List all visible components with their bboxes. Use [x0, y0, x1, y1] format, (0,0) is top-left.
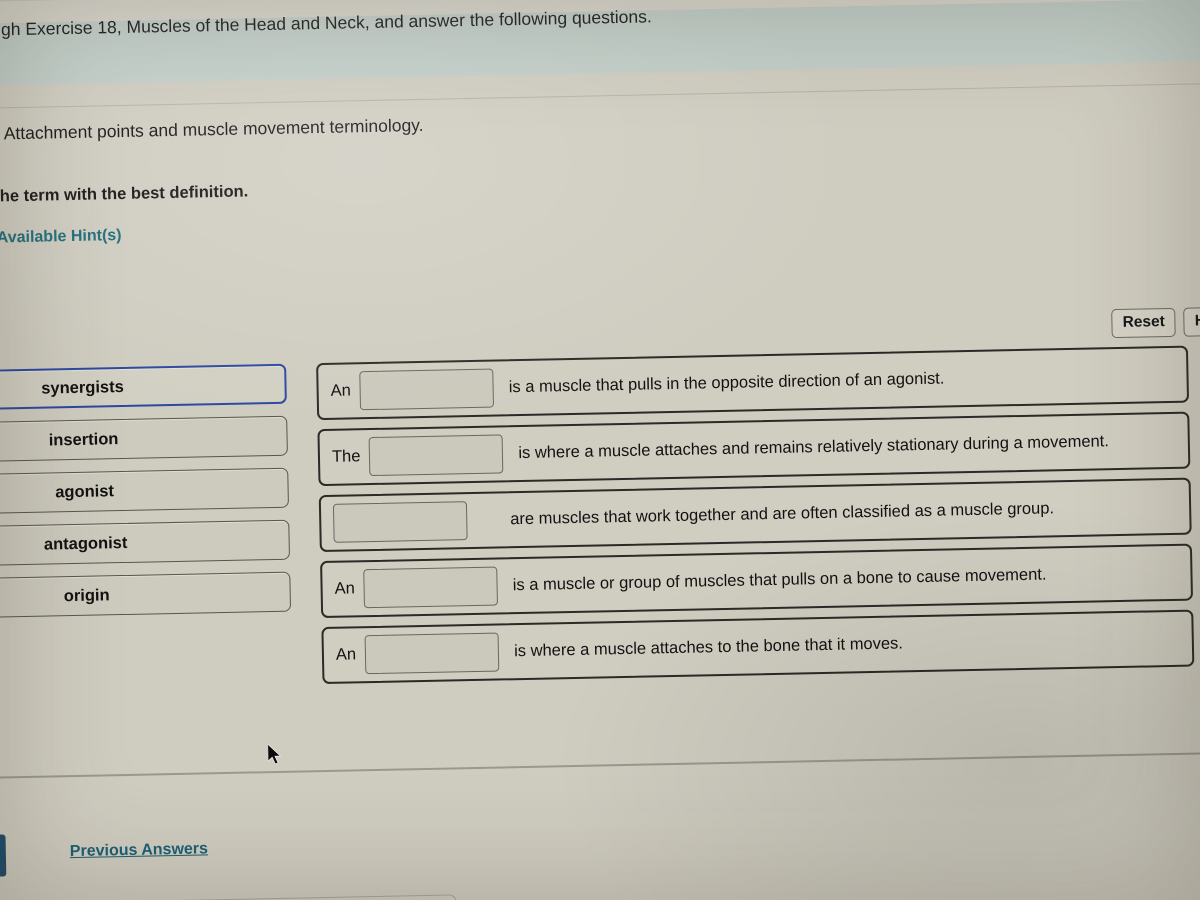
reset-button[interactable]: Reset — [1111, 307, 1177, 338]
definition-text: is a muscle or group of muscles that pul… — [512, 565, 1047, 595]
definition-list: An is a muscle that pulls in the opposite… — [316, 345, 1195, 693]
definition-prefix: An — [334, 579, 355, 598]
term-bank: synergists insertion agonist antagonist orig… — [0, 363, 292, 632]
definition-prefix: An — [330, 381, 352, 400]
definition-row: The is where a muscle attaches and remain… — [317, 411, 1191, 487]
definition-text: is where a muscle attaches to the bone t… — [513, 634, 904, 661]
definition-row: An is a muscle or group of muscles that p… — [320, 543, 1194, 619]
answer-drop-slot[interactable] — [359, 368, 495, 411]
answer-drop-slot[interactable] — [369, 434, 504, 477]
activity-toolbar: Reset Help — [1111, 306, 1200, 338]
definition-text: is where a muscle attaches and remains r… — [518, 432, 1110, 463]
answer-drop-slot[interactable] — [332, 501, 468, 543]
screen-photo: ugh Exercise 18, Muscles of the Head and… — [0, 0, 1200, 900]
definition-text: are muscles that work together and are o… — [510, 499, 1055, 529]
term-tile-synergists[interactable]: synergists — [0, 363, 287, 412]
browser-page: ugh Exercise 18, Muscles of the Head and… — [0, 0, 1200, 900]
answer-drop-slot[interactable] — [364, 632, 500, 675]
definition-row: are muscles that work together and are o… — [318, 477, 1192, 553]
definition-text: is a muscle that pulls in the opposite d… — [508, 369, 945, 397]
help-button[interactable]: Help — [1183, 306, 1200, 337]
previous-answers-link[interactable]: Previous Answers — [70, 840, 208, 861]
definition-row: An is where a muscle attaches to the bone… — [321, 609, 1195, 685]
term-tile-insertion[interactable]: insertion — [0, 415, 288, 464]
term-tile-agonist[interactable]: agonist — [0, 467, 289, 516]
definition-prefix: An — [335, 645, 357, 664]
submit-button[interactable]: mit — [0, 834, 7, 879]
definition-prefix: The — [331, 447, 361, 466]
answer-drop-slot[interactable] — [363, 566, 499, 609]
term-tile-antagonist[interactable]: antagonist — [0, 519, 291, 568]
show-available-hints-link[interactable]: w Available Hint(s) — [0, 227, 122, 248]
term-tile-origin[interactable]: origin — [0, 571, 292, 620]
